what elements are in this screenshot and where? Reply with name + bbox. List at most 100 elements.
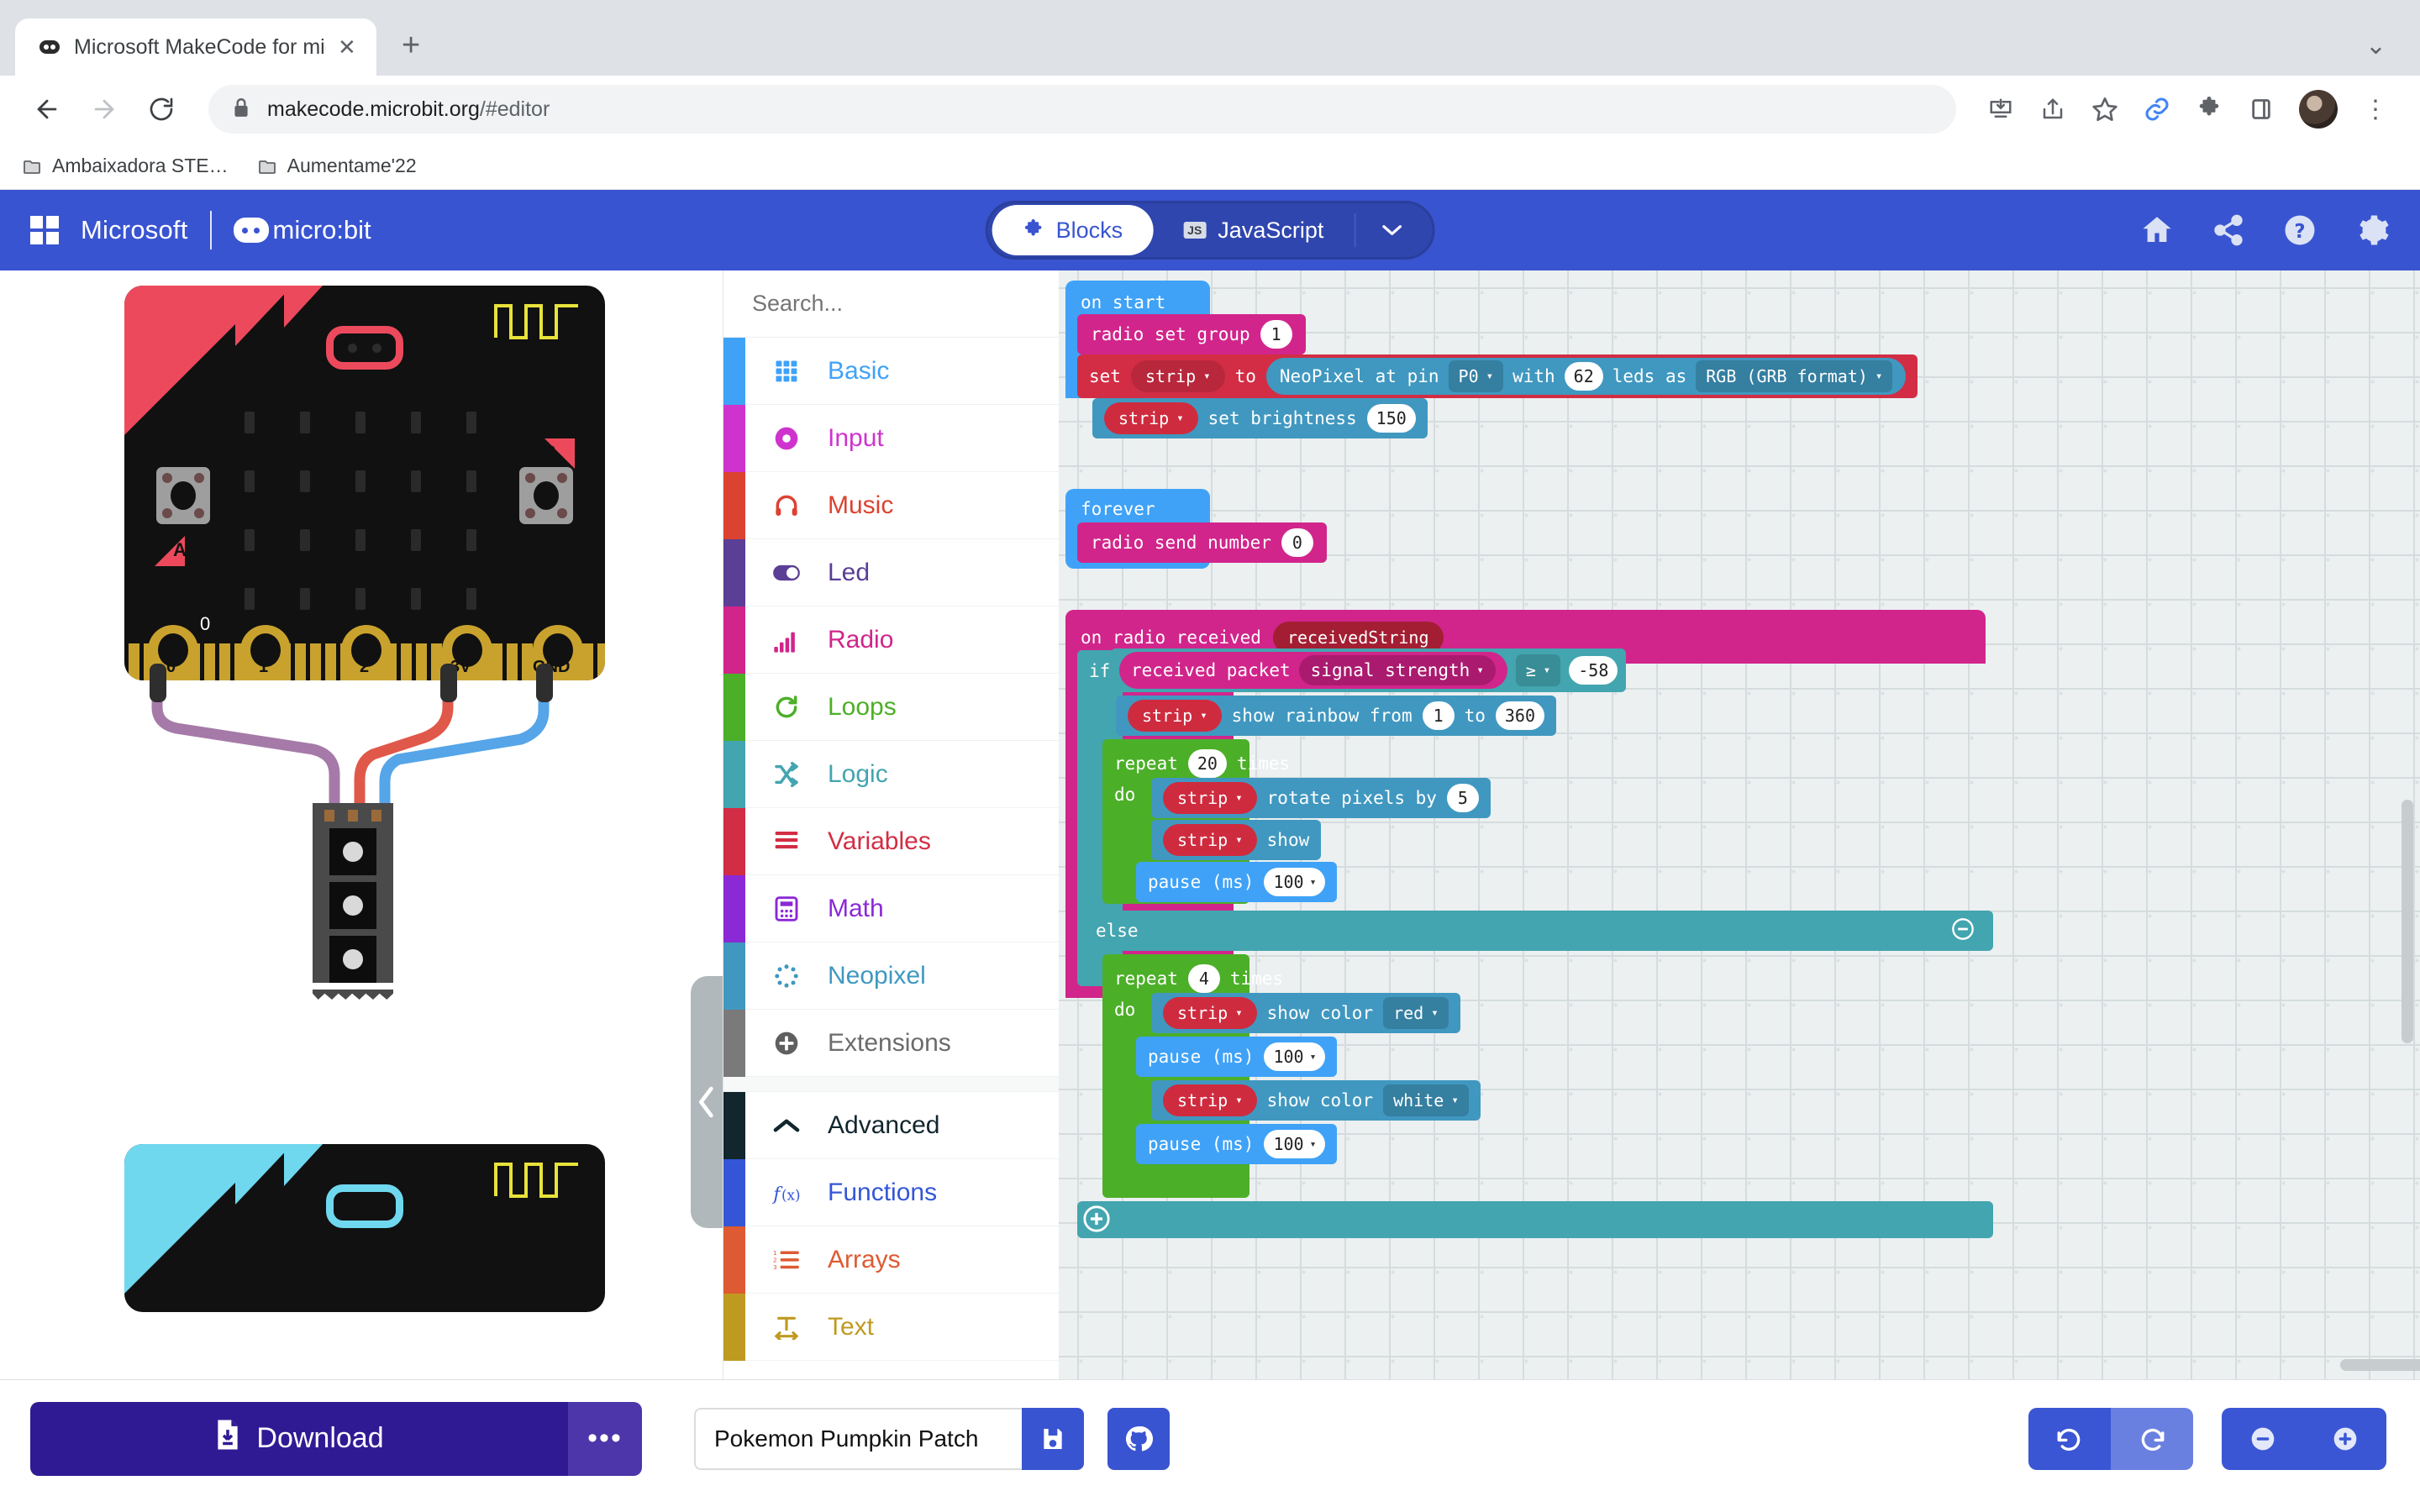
- toolbox-category-variables[interactable]: Variables: [723, 808, 1059, 875]
- side-panel-icon[interactable]: [2238, 87, 2284, 132]
- block-if-footer[interactable]: [1077, 1201, 1993, 1238]
- toolbox-category-input[interactable]: Input: [723, 405, 1059, 472]
- brightness-value[interactable]: 150: [1367, 404, 1416, 433]
- variable-dropdown-strip[interactable]: strip ▾: [1128, 700, 1222, 732]
- toolbox-category-radio[interactable]: Radio: [723, 606, 1059, 674]
- toolbox-category-math[interactable]: Math: [723, 875, 1059, 942]
- block-radio-send-number[interactable]: radio send number 0: [1077, 522, 1327, 563]
- pause-value[interactable]: 100 ▾: [1264, 1042, 1325, 1071]
- toolbox-category-advanced[interactable]: Advanced: [723, 1092, 1059, 1159]
- chevron-down-icon[interactable]: [1354, 213, 1428, 247]
- home-icon[interactable]: [2139, 213, 2175, 248]
- led-count-value[interactable]: 62: [1565, 362, 1603, 391]
- toolbox-category-arrays[interactable]: 123 Arrays: [723, 1226, 1059, 1294]
- block-strip-show[interactable]: strip ▾ show: [1151, 820, 1321, 860]
- redo-button[interactable]: [2111, 1408, 2193, 1470]
- new-tab-button[interactable]: +: [402, 28, 420, 76]
- browser-menu-icon[interactable]: ⋮: [2353, 87, 2398, 132]
- pause-value[interactable]: 100 ▾: [1264, 868, 1325, 896]
- variable-dropdown-strip[interactable]: strip ▾: [1163, 782, 1257, 814]
- block-show-color-white[interactable]: strip ▾ show color white ▾: [1151, 1080, 1481, 1121]
- block-else-bar[interactable]: else: [1077, 911, 1993, 951]
- extensions-puzzle-icon[interactable]: [2186, 87, 2232, 132]
- toolbox-search[interactable]: [723, 270, 1059, 338]
- download-button[interactable]: Download: [30, 1402, 568, 1476]
- toolbox-category-text[interactable]: Text: [723, 1294, 1059, 1361]
- button-a[interactable]: [156, 467, 210, 524]
- download-more-button[interactable]: •••: [568, 1402, 642, 1476]
- toolbox-category-logic[interactable]: Logic: [723, 741, 1059, 808]
- reload-icon[interactable]: [136, 84, 187, 134]
- github-button[interactable]: [1107, 1408, 1170, 1470]
- blocks-workspace[interactable]: on start radio set group 1 set strip ▾ t…: [1059, 270, 2420, 1379]
- repeat-times-value[interactable]: 20: [1188, 749, 1227, 778]
- microbit-simulator-secondary[interactable]: [124, 1144, 605, 1312]
- install-icon[interactable]: [1978, 87, 2023, 132]
- tab-blocks[interactable]: Blocks: [992, 205, 1154, 255]
- bookmark-item[interactable]: Ambaixadora STE…: [22, 155, 229, 177]
- color-dropdown[interactable]: white ▾: [1383, 1084, 1469, 1116]
- rainbow-from-value[interactable]: 1: [1423, 701, 1455, 730]
- share-icon[interactable]: [2212, 213, 2245, 247]
- received-packet-reporter[interactable]: received packet signal strength ▾: [1119, 652, 1507, 689]
- toolbox-category-functions[interactable]: f(x) Functions: [723, 1159, 1059, 1226]
- settings-gear-icon[interactable]: [2354, 213, 2390, 248]
- toolbox-category-basic[interactable]: Basic: [723, 338, 1059, 405]
- packet-property-dropdown[interactable]: signal strength ▾: [1299, 655, 1496, 685]
- pin-dropdown[interactable]: P0 ▾: [1449, 360, 1504, 392]
- block-pause-then[interactable]: pause (ms) 100 ▾: [1136, 862, 1337, 902]
- simulator-collapse-button[interactable]: [691, 976, 723, 1228]
- close-icon[interactable]: ✕: [338, 36, 356, 58]
- rotate-amount-value[interactable]: 5: [1447, 784, 1479, 812]
- toolbox-category-music[interactable]: Music: [723, 472, 1059, 539]
- avatar[interactable]: [2299, 90, 2338, 129]
- undo-button[interactable]: [2028, 1408, 2111, 1470]
- block-pause-else-2[interactable]: pause (ms) 100 ▾: [1136, 1124, 1337, 1164]
- block-radio-set-group[interactable]: radio set group 1: [1077, 314, 1306, 354]
- block-show-rainbow[interactable]: strip ▾ show rainbow from 1 to 360: [1116, 696, 1556, 736]
- variable-dropdown-strip[interactable]: strip ▾: [1163, 1084, 1257, 1116]
- zoom-out-button[interactable]: [2222, 1408, 2304, 1470]
- variable-dropdown-strip[interactable]: strip ▾: [1131, 360, 1225, 392]
- horizontal-scrollbar[interactable]: [2340, 1359, 2420, 1371]
- toolbox-category-loops[interactable]: Loops: [723, 674, 1059, 741]
- radio-send-value[interactable]: 0: [1281, 528, 1313, 557]
- block-set-strip[interactable]: set strip ▾ to NeoPixel at pin P0 ▾ with…: [1077, 354, 1918, 398]
- variable-dropdown-strip[interactable]: strip ▾: [1163, 824, 1257, 856]
- project-name-input[interactable]: [694, 1408, 1022, 1470]
- minus-circle-icon[interactable]: [1951, 917, 1975, 944]
- save-button[interactable]: [1022, 1408, 1084, 1470]
- search-input[interactable]: [752, 291, 1050, 317]
- address-bar[interactable]: makecode.microbit.org/#editor: [208, 85, 1956, 134]
- variable-dropdown-strip[interactable]: strip ▾: [1104, 402, 1198, 434]
- bookmark-item[interactable]: Aumentame'22: [257, 155, 417, 177]
- button-b[interactable]: [519, 467, 573, 524]
- signal-threshold-value[interactable]: -58: [1569, 656, 1618, 685]
- forward-arrow-icon[interactable]: [79, 84, 129, 134]
- back-arrow-icon[interactable]: [22, 84, 72, 134]
- if-condition[interactable]: received packet signal strength ▾ ≥ ▾ -5…: [1111, 648, 1626, 692]
- radio-group-value[interactable]: 1: [1260, 320, 1292, 349]
- toolbox-category-led[interactable]: Led: [723, 539, 1059, 606]
- block-set-brightness[interactable]: strip ▾ set brightness 150: [1092, 398, 1428, 438]
- bookmark-star-icon[interactable]: [2082, 87, 2128, 132]
- help-icon[interactable]: ?: [2282, 213, 2317, 248]
- comparison-operator-dropdown[interactable]: ≥ ▾: [1516, 654, 1560, 686]
- color-dropdown[interactable]: red ▾: [1383, 997, 1449, 1029]
- toolbox-category-extensions[interactable]: Extensions: [723, 1010, 1059, 1077]
- chevron-down-icon[interactable]: ⌄: [2365, 31, 2386, 60]
- browser-tab[interactable]: Microsoft MakeCode for micro: ✕: [15, 18, 376, 76]
- variable-dropdown-strip[interactable]: strip ▾: [1163, 997, 1257, 1029]
- block-rotate-pixels[interactable]: strip ▾ rotate pixels by 5: [1151, 778, 1491, 818]
- vertical-scrollbar[interactable]: [2402, 800, 2413, 1043]
- block-neopixel-create[interactable]: NeoPixel at pin P0 ▾ with 62 leds as RGB…: [1266, 358, 1906, 395]
- pause-value[interactable]: 100 ▾: [1264, 1130, 1325, 1158]
- block-pause-else-1[interactable]: pause (ms) 100 ▾: [1136, 1037, 1337, 1077]
- rainbow-to-value[interactable]: 360: [1496, 701, 1544, 730]
- link-icon[interactable]: [2134, 87, 2180, 132]
- share-icon[interactable]: [2030, 87, 2075, 132]
- toolbox-category-neopixel[interactable]: Neopixel: [723, 942, 1059, 1010]
- repeat-times-value[interactable]: 4: [1188, 964, 1220, 993]
- microbit-simulator[interactable]: A B 0 1 2 3V GND 0: [124, 286, 605, 680]
- tab-javascript[interactable]: JS JavaScript: [1153, 205, 1354, 255]
